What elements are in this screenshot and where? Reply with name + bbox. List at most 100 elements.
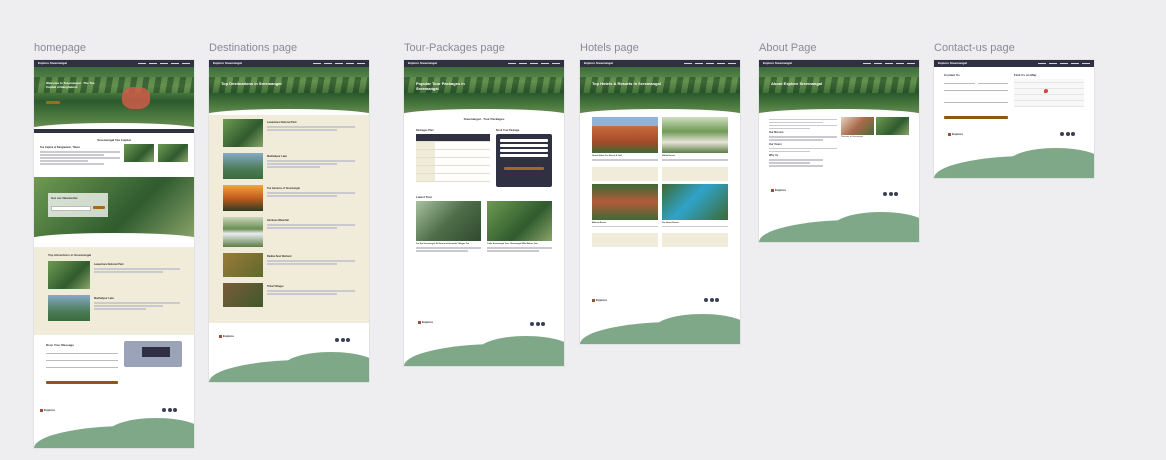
logo[interactable]: Explore Sreemangal (938, 62, 967, 65)
hotel-image (662, 117, 728, 153)
destination-image (223, 185, 263, 211)
send-button[interactable] (46, 381, 118, 384)
footer-hill (108, 418, 194, 448)
hotel-title: Balisira Resort (592, 221, 607, 224)
footer-logo[interactable]: Explore (948, 132, 963, 136)
hero-banner: Welcome to Sreemangal - The Tea Capital … (34, 67, 194, 129)
logo[interactable]: Explore Sreemangal (213, 62, 242, 65)
destination-card[interactable]: Baikka Beel Wetland (223, 253, 355, 277)
hotel-card[interactable]: Nabila Resort (662, 117, 728, 181)
instagram-icon[interactable] (541, 322, 545, 326)
hotel-image (662, 183, 728, 220)
book-button[interactable] (504, 167, 544, 170)
logo[interactable]: Explore Sreemangal (763, 62, 792, 65)
email-input[interactable] (46, 357, 118, 361)
hotel-card[interactable]: Balisira Resort (592, 183, 658, 247)
tour-card[interactable]: Tea Sip Sreemangal: An Aroma of Aromatic… (416, 201, 481, 253)
nav-links (138, 62, 190, 65)
latest-heading: Latest Tour (416, 195, 433, 199)
message-input[interactable] (46, 364, 118, 368)
twitter-icon[interactable] (535, 322, 540, 326)
frame-contact: Contact-us page Explore Sreemangal Conta… (934, 42, 1094, 178)
name-input[interactable] (46, 350, 118, 354)
instagram-icon[interactable] (894, 192, 898, 196)
form-field[interactable] (500, 139, 548, 142)
email-input[interactable] (977, 80, 1008, 84)
subject-input[interactable] (944, 87, 1008, 91)
destination-title: Tea Gardens of Sreemangal (267, 187, 300, 190)
hotel-card[interactable]: Grand Sultan Tea Resort & Golf (592, 117, 658, 181)
subscribe-button[interactable] (93, 206, 105, 209)
form-field[interactable] (500, 144, 548, 147)
navbar: Explore Sreemangal (404, 60, 564, 67)
destination-card[interactable]: Lawachara National Park (223, 119, 355, 147)
twitter-icon[interactable] (1065, 132, 1070, 136)
hero-cta-button[interactable] (46, 101, 60, 104)
map-widget[interactable] (1014, 79, 1084, 107)
attraction-card[interactable]: Madhabpur Lake (48, 295, 180, 321)
tour-packages-artboard[interactable]: Explore Sreemangal Popular Tour Packages… (404, 60, 564, 366)
tour-card[interactable]: Trails Sreemangal Tour: Sreemangal Wild … (487, 201, 552, 253)
homepage-artboard[interactable]: Explore Sreemangal Welcome to Sreemangal… (34, 60, 194, 448)
frame-title[interactable]: About Page (759, 42, 919, 54)
facebook-icon[interactable] (530, 322, 534, 326)
wave (34, 233, 194, 247)
frame-title[interactable]: Destinations page (209, 42, 369, 54)
hotels-artboard[interactable]: Explore Sreemangal Top Hotels & Resorts … (580, 60, 740, 344)
destination-card[interactable]: Hamham Waterfall (223, 217, 355, 247)
newsletter-email-input[interactable] (51, 206, 91, 211)
destinations-artboard[interactable]: Explore Sreemangal Top Destinations in S… (209, 60, 369, 382)
location-pin-icon[interactable] (1044, 89, 1048, 93)
logo[interactable]: Explore Sreemangal (408, 62, 437, 65)
twitter-icon[interactable] (888, 192, 893, 196)
contact-heading: Contact Us (944, 73, 960, 77)
facebook-icon[interactable] (335, 338, 339, 342)
frame-title[interactable]: Contact-us page (934, 42, 1094, 54)
social-icons (883, 192, 898, 196)
footer-logo[interactable]: Explore (40, 408, 55, 412)
footer-logo[interactable]: Explore (219, 334, 234, 338)
message-input[interactable] (944, 94, 1008, 103)
frame-title[interactable]: Hotels page (580, 42, 740, 54)
instagram-icon[interactable] (1071, 132, 1075, 136)
name-input[interactable] (944, 80, 975, 84)
tour-title: Tea Sip Sreemangal: An Aroma of Aromatic… (416, 243, 470, 245)
destination-card[interactable]: Tea Gardens of Sreemangal (223, 185, 355, 211)
send-button[interactable] (944, 116, 1008, 119)
instagram-icon[interactable] (173, 408, 177, 412)
destination-image (223, 253, 263, 277)
facebook-icon[interactable] (883, 192, 887, 196)
hotel-title: Tea Haven Resort (662, 221, 679, 224)
frame-title[interactable]: homepage (34, 42, 194, 54)
hotel-card[interactable]: Tea Haven Resort (662, 183, 728, 247)
facebook-icon[interactable] (1060, 132, 1064, 136)
twitter-icon[interactable] (340, 338, 345, 342)
destinations-list: Lawachara National Park Madhabpur Lake T… (209, 115, 369, 323)
social-icons (335, 338, 350, 342)
twitter-icon[interactable] (167, 408, 172, 412)
contact-artboard[interactable]: Explore Sreemangal Contact Us Find Us on… (934, 60, 1094, 178)
form-field[interactable] (500, 149, 548, 152)
twitter-icon[interactable] (709, 298, 714, 302)
facebook-icon[interactable] (704, 298, 708, 302)
logo[interactable]: Explore Sreemangal (38, 62, 67, 65)
about-artboard[interactable]: Explore Sreemangal About Explore Sreeman… (759, 60, 919, 242)
frame-title[interactable]: Tour-Packages page (404, 42, 564, 54)
packages-heading: Packages Plan (416, 129, 434, 132)
destination-card[interactable]: Tribal Villages (223, 283, 355, 307)
destination-card[interactable]: Madhabpur Lake (223, 153, 355, 179)
frame-hotels: Hotels page Explore Sreemangal Top Hotel… (580, 42, 740, 344)
instagram-icon[interactable] (346, 338, 350, 342)
footer-logo[interactable]: Explore (592, 298, 607, 302)
attraction-card[interactable]: Lawachara National Park (48, 261, 180, 289)
footer-logo[interactable]: Explore (418, 320, 433, 324)
facebook-icon[interactable] (162, 408, 166, 412)
instagram-icon[interactable] (715, 298, 719, 302)
form-field[interactable] (500, 154, 548, 157)
footer-logo[interactable]: Explore (771, 188, 786, 192)
footer-hill (654, 314, 740, 344)
hero-title: Popular Tour Packages in Sreemangal (416, 81, 465, 91)
social-icons (530, 322, 545, 326)
hotel-image (592, 183, 658, 220)
logo[interactable]: Explore Sreemangal (584, 62, 613, 65)
